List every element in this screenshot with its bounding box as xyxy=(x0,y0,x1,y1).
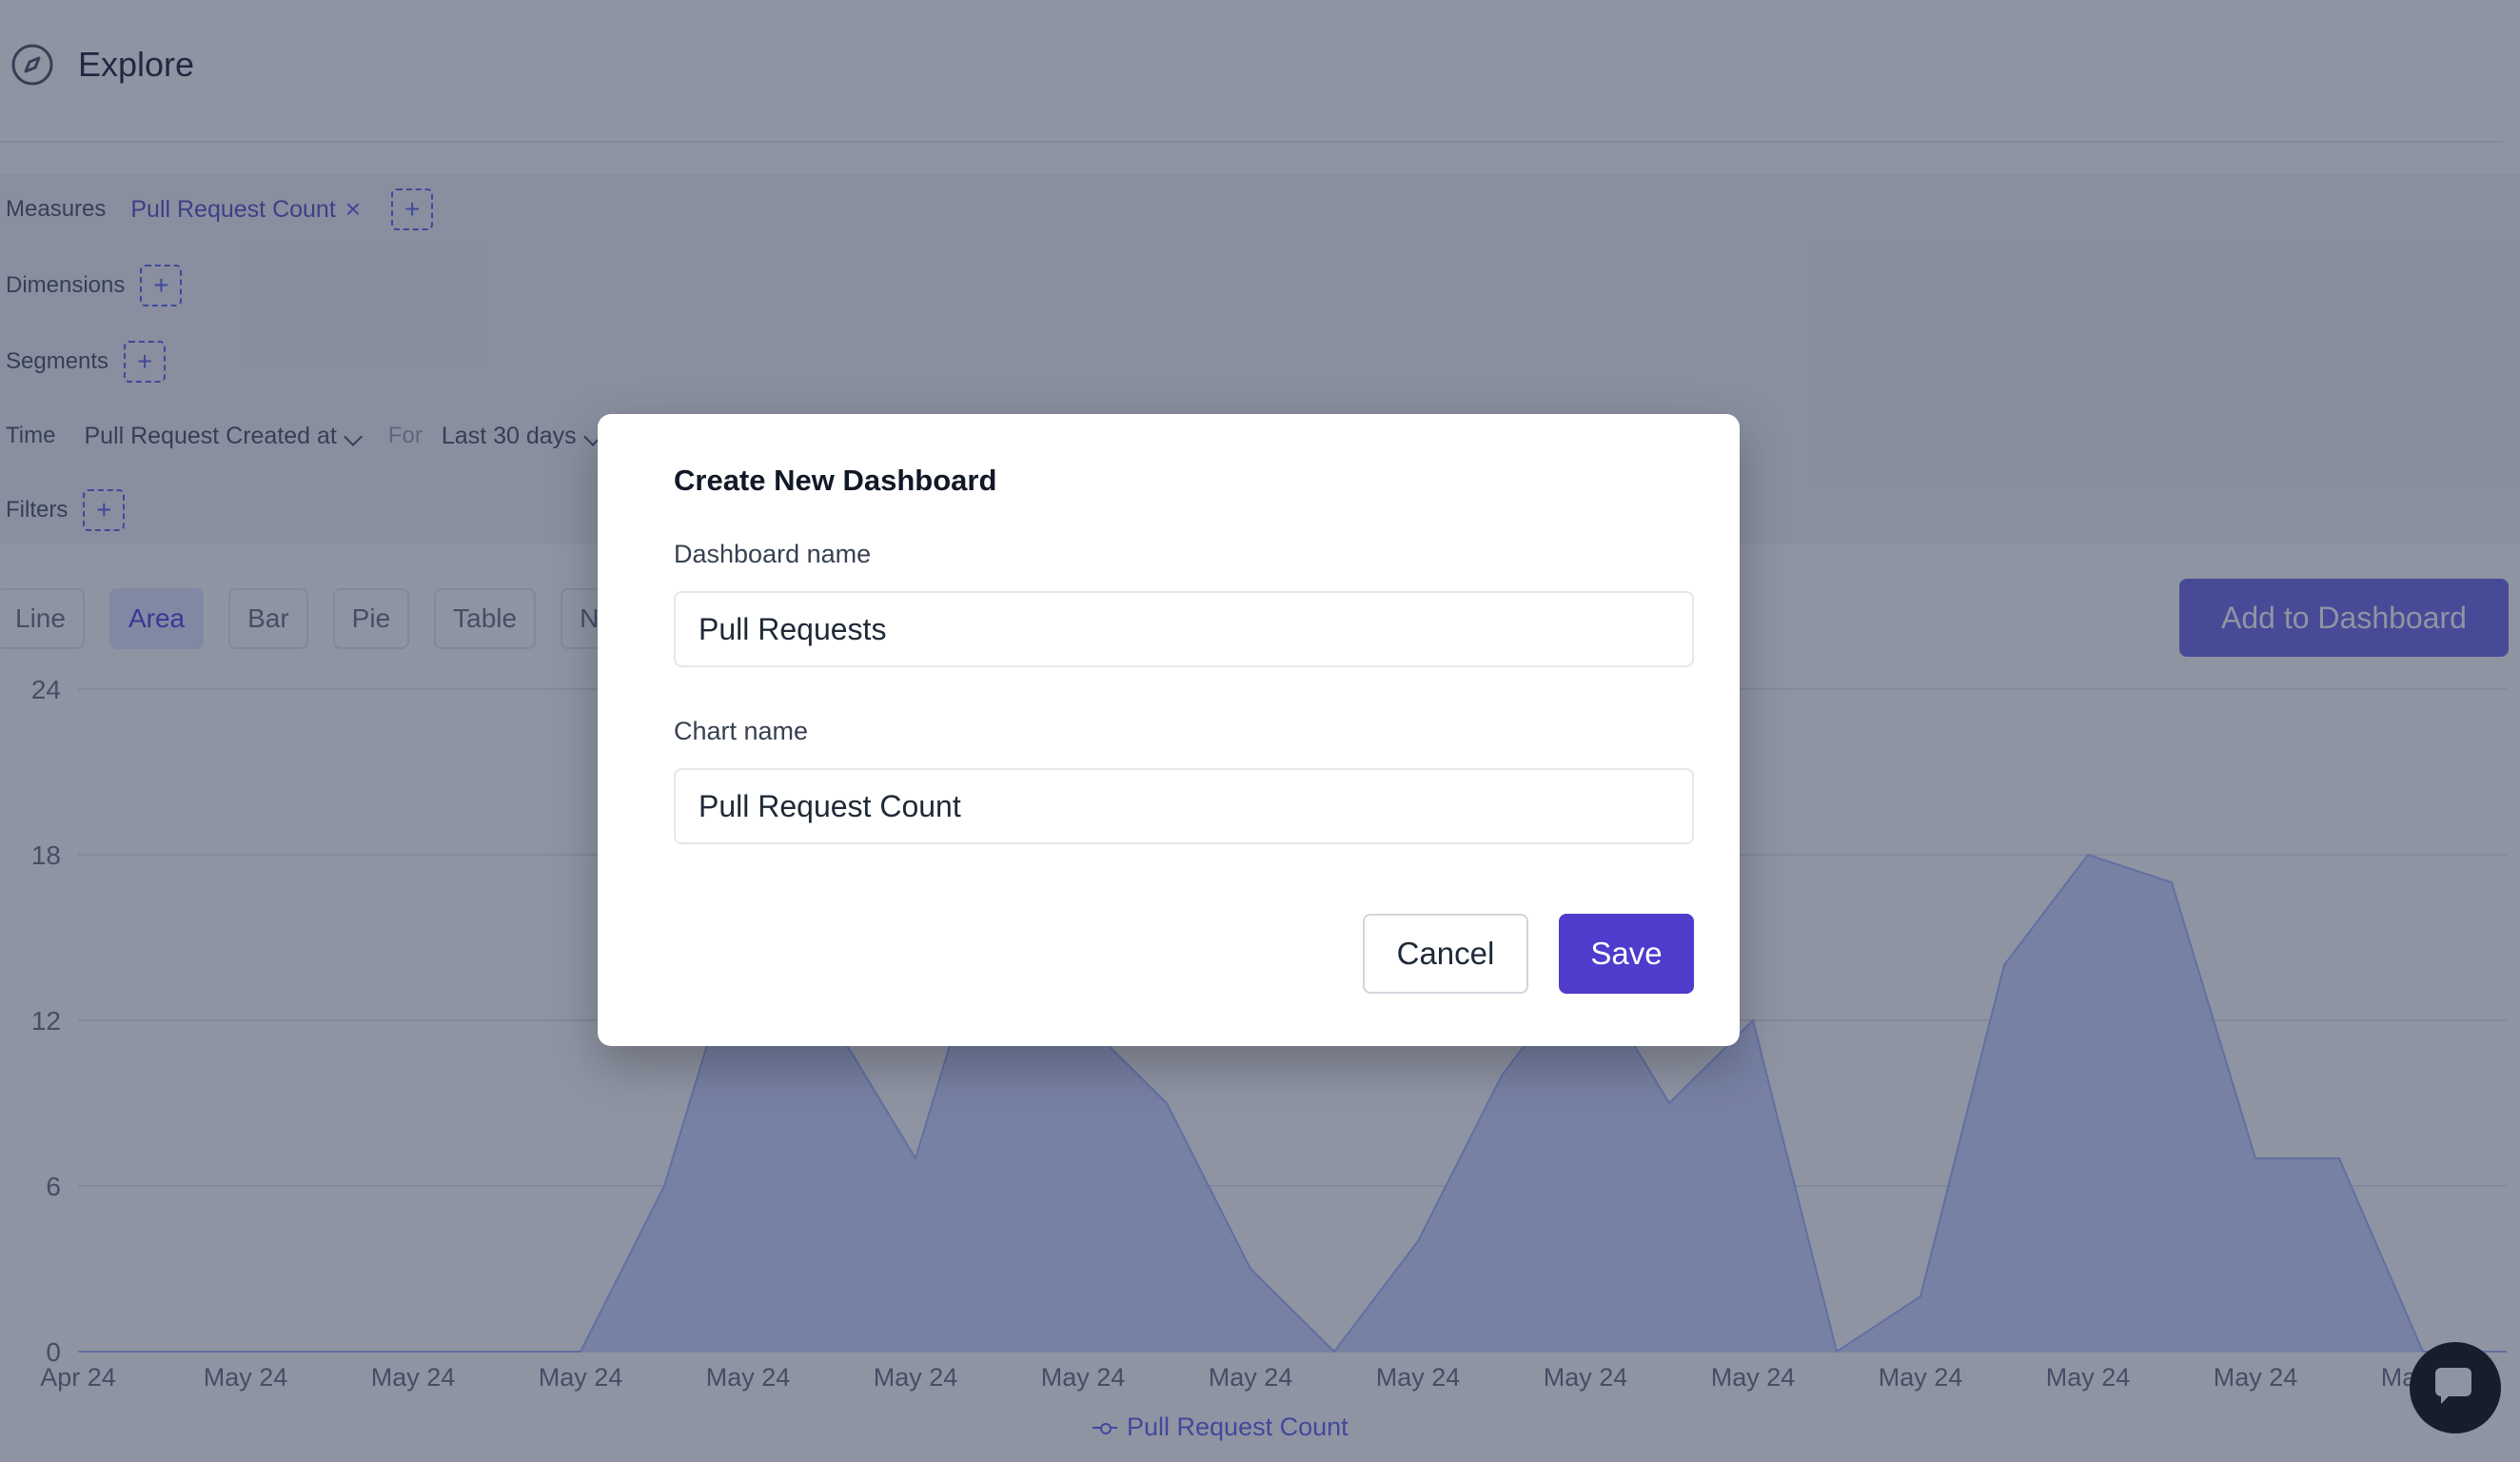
cancel-button[interactable]: Cancel xyxy=(1363,914,1528,994)
dashboard-name-input[interactable] xyxy=(674,591,1694,667)
save-button[interactable]: Save xyxy=(1559,914,1694,994)
chart-name-input[interactable] xyxy=(674,768,1694,844)
chart-name-label: Chart name xyxy=(674,717,809,745)
dashboard-name-label: Dashboard name xyxy=(674,540,872,568)
create-dashboard-dialog: Create New Dashboard Dashboard name Char… xyxy=(598,414,1740,1046)
app-root: Explore Measures Pull Request Count × + … xyxy=(0,0,2520,1462)
dialog-title: Create New Dashboard xyxy=(674,464,997,497)
